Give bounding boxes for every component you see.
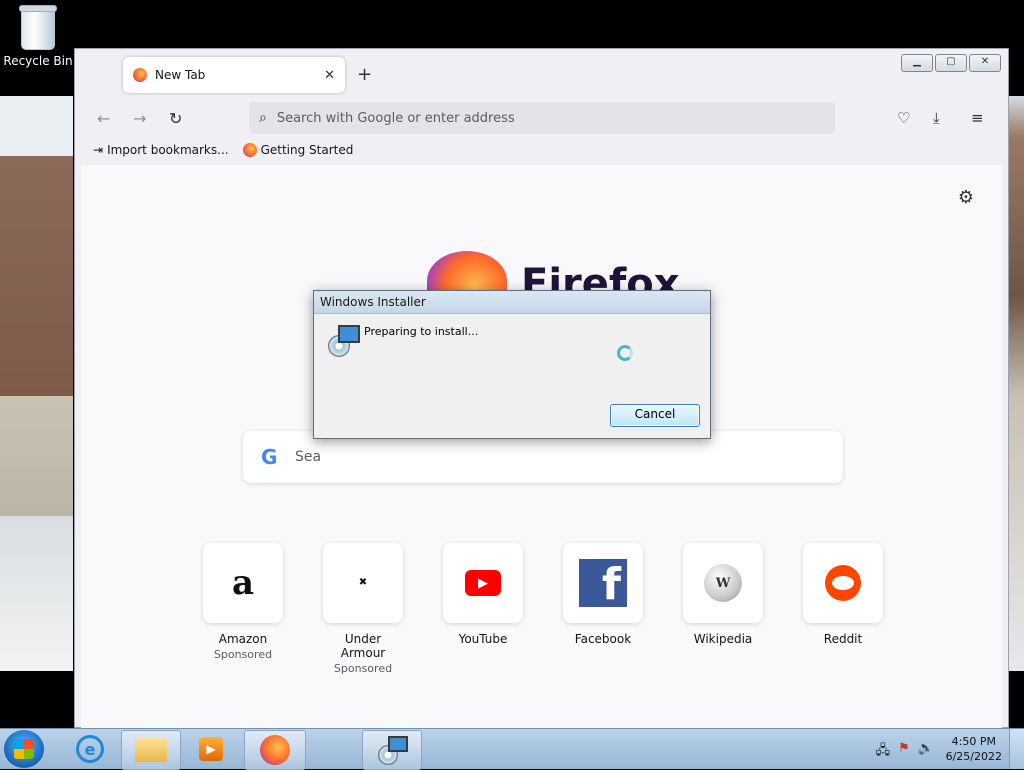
new-tab-page: ⚙ Firefox G Sea a Amazon Sponsored ✖ Und… bbox=[81, 165, 1002, 728]
top-site-facebook[interactable]: f Facebook bbox=[563, 543, 643, 646]
start-button[interactable] bbox=[4, 730, 44, 768]
top-site-label: YouTube bbox=[458, 632, 508, 646]
sponsored-label: Sponsored bbox=[333, 662, 393, 675]
taskbar-internet-explorer[interactable]: e bbox=[62, 730, 118, 768]
tab-close-icon[interactable]: ✕ bbox=[324, 68, 335, 83]
top-site-label: Facebook bbox=[574, 632, 632, 646]
wallpaper-right bbox=[1009, 96, 1024, 671]
getting-started-label: Getting Started bbox=[260, 143, 354, 157]
import-bookmarks-label: Import bookmarks... bbox=[107, 143, 229, 157]
getting-started-bookmark[interactable]: Getting Started bbox=[242, 143, 354, 157]
top-site-under-armour[interactable]: ✖ Under Armour Sponsored bbox=[323, 543, 403, 675]
desktop: Recycle Bin ▁ ▢ ✕ New Tab ✕ + ← → ↻ ⌕ Se… bbox=[0, 0, 1024, 770]
navigation-toolbar: ← → ↻ ⌕ Search with Google or enter addr… bbox=[75, 101, 1008, 141]
address-bar[interactable]: ⌕ Search with Google or enter address bbox=[249, 102, 835, 134]
settings-gear-icon[interactable]: ⚙ bbox=[958, 187, 974, 208]
maximize-button[interactable]: ▢ bbox=[935, 54, 967, 72]
action-center-flag-icon[interactable]: ⚑ bbox=[898, 741, 910, 763]
import-icon: ⇥ bbox=[93, 143, 104, 157]
taskbar-windows-installer[interactable] bbox=[362, 730, 422, 770]
media-player-icon: ▶ bbox=[199, 737, 223, 761]
sponsored-label: Sponsored bbox=[213, 648, 273, 661]
under-armour-icon: ✖ bbox=[358, 577, 368, 588]
show-desktop-button[interactable] bbox=[1009, 729, 1024, 769]
reddit-icon bbox=[825, 565, 861, 601]
taskbar-media-player[interactable]: ▶ bbox=[182, 730, 240, 768]
recycle-bin-shortcut[interactable]: Recycle Bin bbox=[2, 5, 74, 68]
system-tray: 🖧 ⚑ 🔈 bbox=[876, 741, 934, 763]
minimize-button[interactable]: ▁ bbox=[901, 54, 933, 72]
windows-logo-icon bbox=[14, 739, 34, 759]
installer-icon bbox=[328, 325, 360, 357]
close-window-button[interactable]: ✕ bbox=[969, 54, 1001, 72]
network-icon[interactable]: 🖧 bbox=[876, 741, 891, 763]
busy-spinner-icon bbox=[617, 345, 633, 361]
top-site-label: Under Armour bbox=[340, 632, 386, 660]
reload-icon[interactable]: ↻ bbox=[169, 109, 182, 128]
top-site-amazon[interactable]: a Amazon Sponsored bbox=[203, 543, 283, 661]
taskbar-firefox[interactable] bbox=[244, 730, 306, 770]
taskbar: e ▶ 🖧 ⚑ 🔈 4:50 PM 6/25/2022 bbox=[0, 728, 1024, 770]
firefox-favicon-icon bbox=[133, 68, 147, 82]
firefox-icon bbox=[260, 735, 290, 765]
top-site-label: Amazon bbox=[218, 632, 268, 646]
facebook-icon: f bbox=[579, 559, 627, 607]
wallpaper-left bbox=[0, 96, 73, 671]
taskbar-file-explorer[interactable] bbox=[121, 730, 181, 770]
top-site-reddit[interactable]: Reddit bbox=[803, 543, 883, 646]
back-icon[interactable]: ← bbox=[97, 109, 110, 128]
downloads-icon[interactable]: ⤓ bbox=[933, 109, 940, 127]
clock-time: 4:50 PM bbox=[951, 735, 996, 748]
wikipedia-icon: W bbox=[704, 564, 742, 602]
top-site-wikipedia[interactable]: W Wikipedia bbox=[683, 543, 763, 646]
internet-explorer-icon: e bbox=[76, 735, 104, 763]
top-site-youtube[interactable]: ▶ YouTube bbox=[443, 543, 523, 646]
installer-taskbar-icon bbox=[378, 736, 408, 765]
bookmarks-toolbar: ⇥ Import bookmarks... Getting Started bbox=[93, 143, 353, 157]
clock[interactable]: 4:50 PM 6/25/2022 bbox=[946, 734, 1002, 764]
dialog-title: Windows Installer bbox=[314, 291, 710, 314]
folder-icon bbox=[135, 738, 167, 762]
clock-date: 6/25/2022 bbox=[945, 750, 1002, 763]
top-site-label: Reddit bbox=[823, 632, 863, 646]
volume-icon[interactable]: 🔈 bbox=[918, 741, 934, 763]
menu-icon[interactable]: ≡ bbox=[971, 109, 984, 127]
forward-icon[interactable]: → bbox=[133, 109, 146, 128]
web-search-placeholder: Sea bbox=[295, 449, 322, 465]
amazon-icon: a bbox=[231, 563, 255, 603]
windows-installer-dialog: Windows Installer Preparing to install..… bbox=[313, 290, 711, 439]
new-tab-button[interactable]: + bbox=[357, 64, 372, 85]
recycle-bin-label: Recycle Bin bbox=[3, 54, 73, 68]
window-caption-buttons: ▁ ▢ ✕ bbox=[901, 54, 1001, 72]
firefox-bookmark-icon bbox=[242, 143, 257, 157]
tab-title: New Tab bbox=[155, 68, 206, 82]
search-icon: ⌕ bbox=[259, 110, 267, 126]
google-icon: G bbox=[261, 445, 278, 469]
recycle-bin-icon bbox=[19, 5, 57, 50]
cancel-button[interactable]: Cancel bbox=[610, 404, 700, 427]
top-site-label: Wikipedia bbox=[693, 632, 753, 646]
import-bookmarks-link[interactable]: ⇥ Import bookmarks... bbox=[93, 143, 229, 157]
youtube-icon: ▶ bbox=[465, 570, 501, 596]
tab-new-tab[interactable]: New Tab ✕ bbox=[123, 57, 345, 93]
pocket-icon[interactable]: ♡ bbox=[897, 109, 910, 127]
address-bar-placeholder: Search with Google or enter address bbox=[276, 110, 515, 126]
installer-message: Preparing to install... bbox=[364, 325, 479, 338]
